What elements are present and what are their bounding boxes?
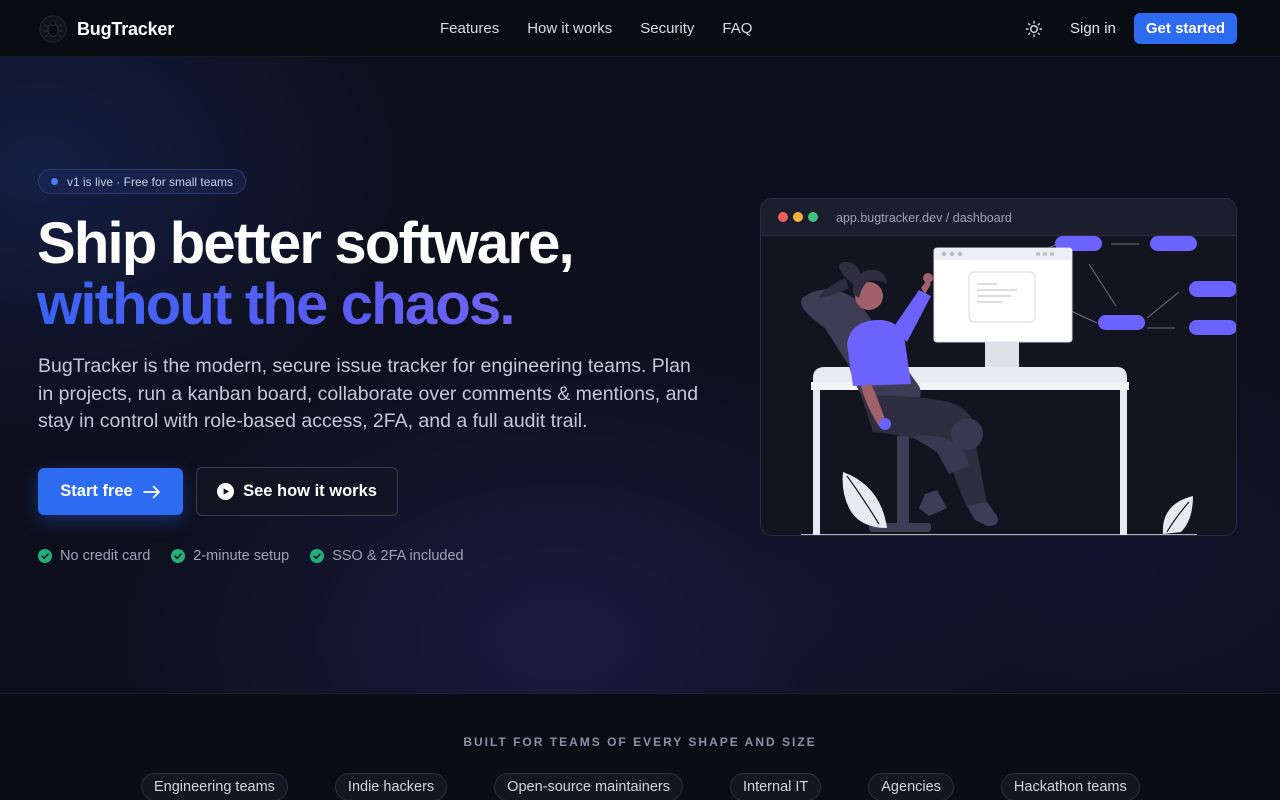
window-dot-close — [778, 212, 788, 222]
logo-mark-icon — [39, 15, 67, 43]
mockup-url: app.bugtracker.dev / dashboard — [836, 211, 1012, 225]
teams-heading: BUILT FOR TEAMS OF EVERY SHAPE AND SIZE — [463, 735, 817, 749]
perk-label: No credit card — [60, 548, 151, 564]
nav-link-security[interactable]: Security — [640, 20, 694, 37]
nav-link-features[interactable]: Features — [440, 20, 499, 37]
team-chip: Hackathon teams — [1000, 773, 1140, 800]
team-chip: Agencies — [868, 773, 954, 800]
release-badge: v1 is live · Free for small teams — [38, 169, 247, 194]
perk-item: No credit card — [38, 548, 150, 564]
brand-name: BugTracker — [77, 18, 175, 39]
team-chip: Engineering teams — [141, 773, 288, 800]
nav-link-faq[interactable]: FAQ — [722, 20, 752, 37]
see-how-it-works-button[interactable]: See how it works — [196, 467, 398, 516]
release-badge-text: v1 is live · Free for small teams — [67, 174, 234, 189]
developer-desk-illustration — [800, 236, 1236, 535]
team-chip: Internal IT — [729, 773, 822, 800]
check-circle-icon — [38, 549, 52, 563]
perk-label: 2-minute setup — [193, 548, 290, 564]
headline-line-1: Ship better software, — [37, 211, 575, 276]
perk-list: No credit card 2-minute setup SSO & 2FA … — [38, 548, 485, 564]
get-started-button[interactable]: Get started — [1134, 13, 1237, 44]
browser-bar: app.bugtracker.dev / dashboard — [761, 199, 1236, 236]
start-free-button[interactable]: Start free — [38, 468, 183, 515]
nav-link-how-it-works[interactable]: How it works — [527, 20, 612, 37]
see-how-it-works-label: See how it works — [243, 482, 377, 500]
hero-headline: Ship better software, without the chaos. — [37, 211, 575, 334]
check-circle-icon — [171, 549, 186, 563]
top-navigation: BugTracker Features How it works Securit… — [0, 0, 1280, 57]
brand[interactable]: BugTracker — [38, 14, 174, 44]
window-dot-minimize — [793, 212, 803, 222]
status-dot — [51, 178, 58, 185]
team-chip: Indie hackers — [334, 773, 448, 800]
team-chip-list: Engineering teams Indie hackers Open-sou… — [141, 773, 1187, 800]
perk-item: SSO & 2FA included — [310, 548, 464, 564]
check-circle-icon — [310, 549, 325, 563]
sign-in-link[interactable]: Sign in — [1070, 20, 1116, 37]
window-dot-maximize — [808, 212, 818, 222]
dashboard-mockup: app.bugtracker.dev / dashboard — [760, 198, 1237, 536]
play-circle-icon — [217, 483, 235, 500]
arrow-right-icon — [142, 485, 160, 498]
team-chip: Open-source maintainers — [494, 773, 683, 800]
headline-line-2: without the chaos. — [37, 276, 573, 334]
hero-description: BugTracker is the modern, secure issue t… — [38, 355, 699, 432]
start-free-label: Start free — [60, 482, 133, 500]
perk-item: 2-minute setup — [171, 548, 289, 564]
perk-label: SSO & 2FA included — [332, 548, 464, 564]
nav-links: Features How it works Security FAQ — [440, 20, 780, 37]
sun-icon[interactable] — [1024, 19, 1044, 39]
